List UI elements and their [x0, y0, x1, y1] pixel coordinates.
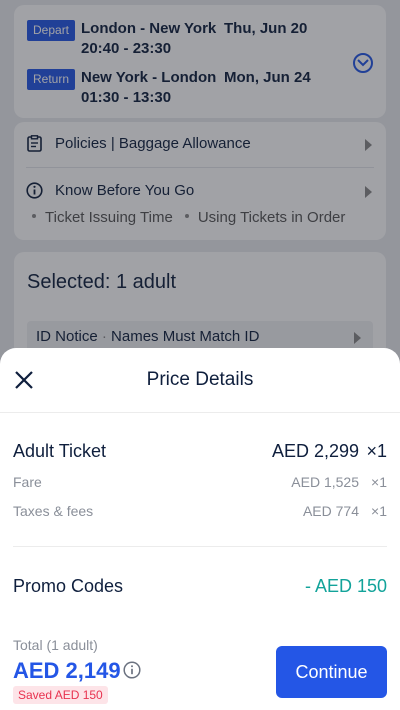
- fare-label: Fare: [13, 474, 42, 490]
- fare-amount: AED 1,525: [291, 474, 359, 490]
- total-amount: AED 2,149: [13, 658, 121, 683]
- total-label: Total (1 adult): [13, 637, 98, 653]
- continue-button[interactable]: Continue: [276, 646, 387, 698]
- taxes-label: Taxes & fees: [13, 503, 94, 519]
- saved-badge: Saved AED 150: [13, 686, 108, 704]
- promo-discount-amount: - AED 150: [304, 576, 387, 596]
- divider: [0, 412, 400, 413]
- adult-ticket-label: Adult Ticket: [13, 441, 107, 461]
- adult-ticket-qty: ×1: [366, 441, 387, 461]
- price-details-sheet: Price Details Adult Ticket AED 2,299 ×1 …: [0, 348, 400, 710]
- adult-ticket-amount: AED 2,299: [271, 441, 359, 461]
- fare-qty: ×1: [371, 474, 387, 490]
- divider: [13, 546, 387, 547]
- promo-codes-label: Promo Codes: [13, 576, 124, 596]
- sheet-title: Price Details: [146, 369, 254, 390]
- taxes-qty: ×1: [371, 503, 387, 519]
- taxes-amount: AED 774: [302, 503, 359, 519]
- info-icon[interactable]: [123, 661, 141, 679]
